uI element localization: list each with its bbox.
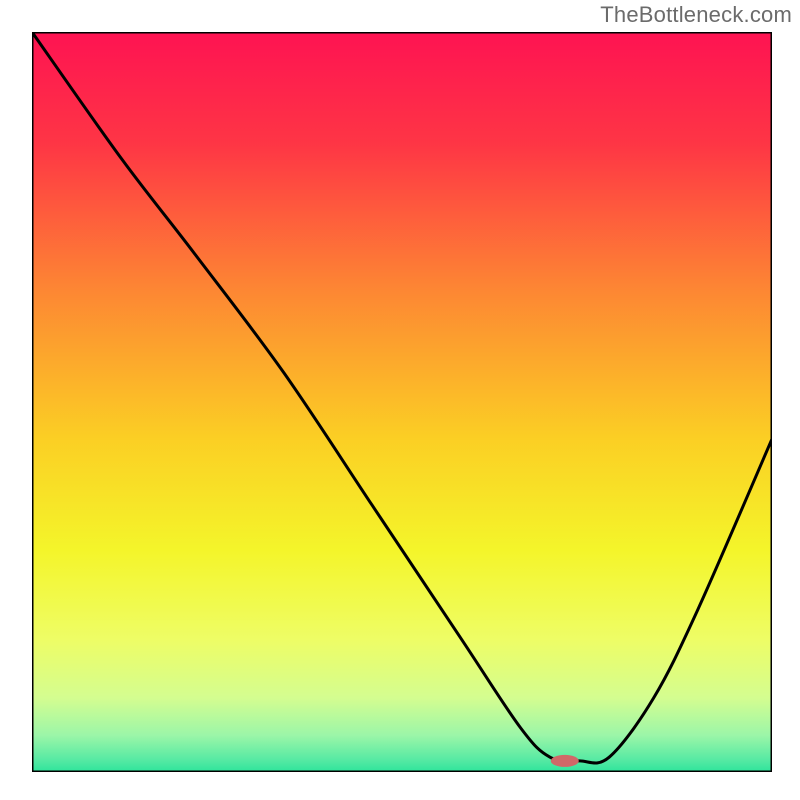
bottleneck-chart [0,0,800,800]
plot-area [32,32,772,772]
optimal-marker [551,755,579,767]
watermark-text: TheBottleneck.com [600,2,792,28]
chart-container: TheBottleneck.com [0,0,800,800]
gradient-background [32,32,772,772]
